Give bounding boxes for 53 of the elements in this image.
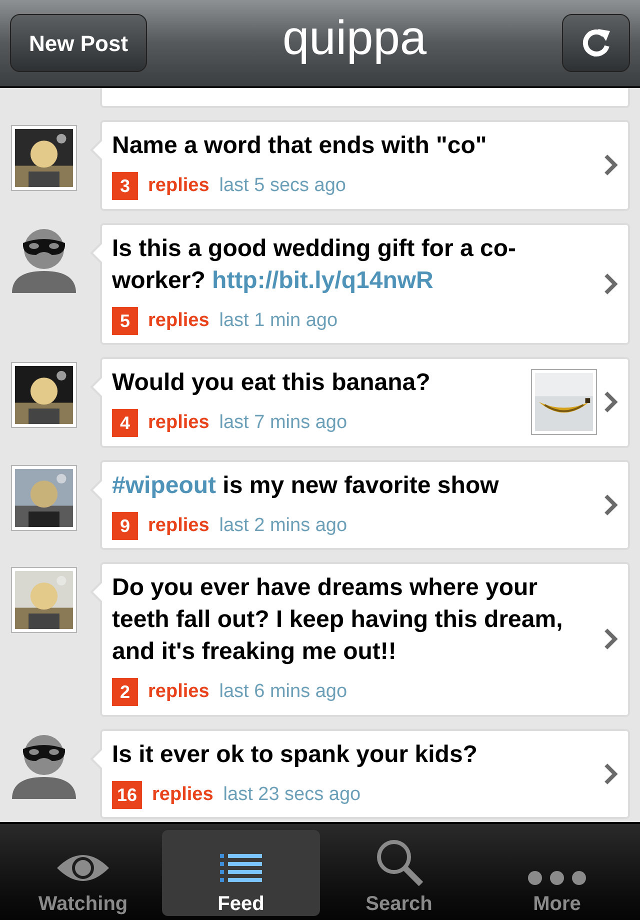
chevron-icon — [604, 762, 618, 785]
post-title: Name a word that ends with "co" — [112, 131, 488, 161]
last-reply-time: last 23 secs ago — [223, 782, 361, 806]
replies-label: replies — [148, 174, 210, 198]
post-title: Would you eat this banana? — [112, 368, 432, 398]
chevron-icon — [604, 272, 618, 295]
post-card[interactable]: #wipeout is my new favorite show 9 replies last 2 mins ago — [100, 460, 630, 550]
chevron-icon — [604, 154, 618, 176]
chevron-icon — [604, 628, 618, 650]
chevron-icon — [604, 391, 618, 414]
app-logo: quippa — [282, 15, 427, 67]
tab[interactable]: Search — [320, 830, 478, 916]
post-card[interactable]: Is it ever ok to spank your kids? 16 replies last 23 secs ago — [100, 728, 630, 819]
reply-count: 5 — [112, 306, 138, 335]
replies-label: replies — [152, 782, 214, 806]
post-title: Is it ever ok to spank your kids? — [112, 740, 478, 770]
card-pointer — [90, 580, 102, 604]
post-card[interactable]: Name a word that ends with "co" 3 replies last 5 secs ago — [100, 120, 630, 210]
new-post-button[interactable]: New Post — [10, 14, 148, 72]
replies-label: replies — [148, 308, 210, 332]
card-pointer — [90, 746, 102, 770]
tab[interactable]: More — [478, 830, 636, 916]
reply-count: 3 — [112, 172, 138, 200]
card-pointer — [90, 240, 102, 264]
post-card[interactable]: Is this a good wedding gift for a co-worker? http://bit.ly/q14nwR 5 replies last 1 min ago — [100, 222, 630, 345]
tab[interactable]: Watching — [4, 830, 162, 916]
post-title: Do you ever have dreams where your teeth fall out? I keep having this dream, and it's freaking me out!! — [112, 573, 564, 667]
masked-person-icon — [12, 228, 76, 292]
post-card[interactable]: Would you eat this banana? 4 replies last 7 mins ago — [100, 357, 630, 448]
reply-count: 2 — [112, 678, 138, 706]
card-pointer — [90, 138, 102, 162]
refresh-button[interactable] — [562, 14, 630, 72]
post-title: Is this a good wedding gift for a co-worker? http://bit.ly/q14nwR — [112, 234, 517, 296]
card-pointer — [90, 375, 102, 399]
reply-count: 4 — [112, 409, 138, 438]
last-reply-time: last 6 mins ago — [219, 680, 348, 704]
replies-label: replies — [148, 680, 210, 704]
masked-person-icon — [12, 734, 76, 798]
reply-count: 16 — [112, 780, 142, 809]
last-reply-time: last 7 mins ago — [219, 411, 348, 435]
search-icon — [375, 838, 423, 886]
last-reply-time: last 2 mins ago — [219, 514, 348, 538]
last-reply-time: last 5 secs ago — [219, 174, 346, 198]
more-icon — [527, 870, 587, 886]
tab[interactable]: Feed — [162, 830, 320, 916]
reply-count: 9 — [112, 512, 138, 540]
post-title: #wipeout is my new favorite show — [112, 470, 500, 500]
last-reply-time: last 1 min ago — [219, 308, 338, 332]
post-card[interactable]: Do you ever have dreams where your teeth fall out? I keep having this dream, and it's freaking me out!! 2 replies last 6 mins ago — [100, 562, 630, 716]
replies-label: replies — [148, 514, 210, 538]
replies-label: replies — [148, 411, 210, 435]
card-pointer — [90, 478, 102, 502]
chevron-icon — [604, 494, 618, 516]
